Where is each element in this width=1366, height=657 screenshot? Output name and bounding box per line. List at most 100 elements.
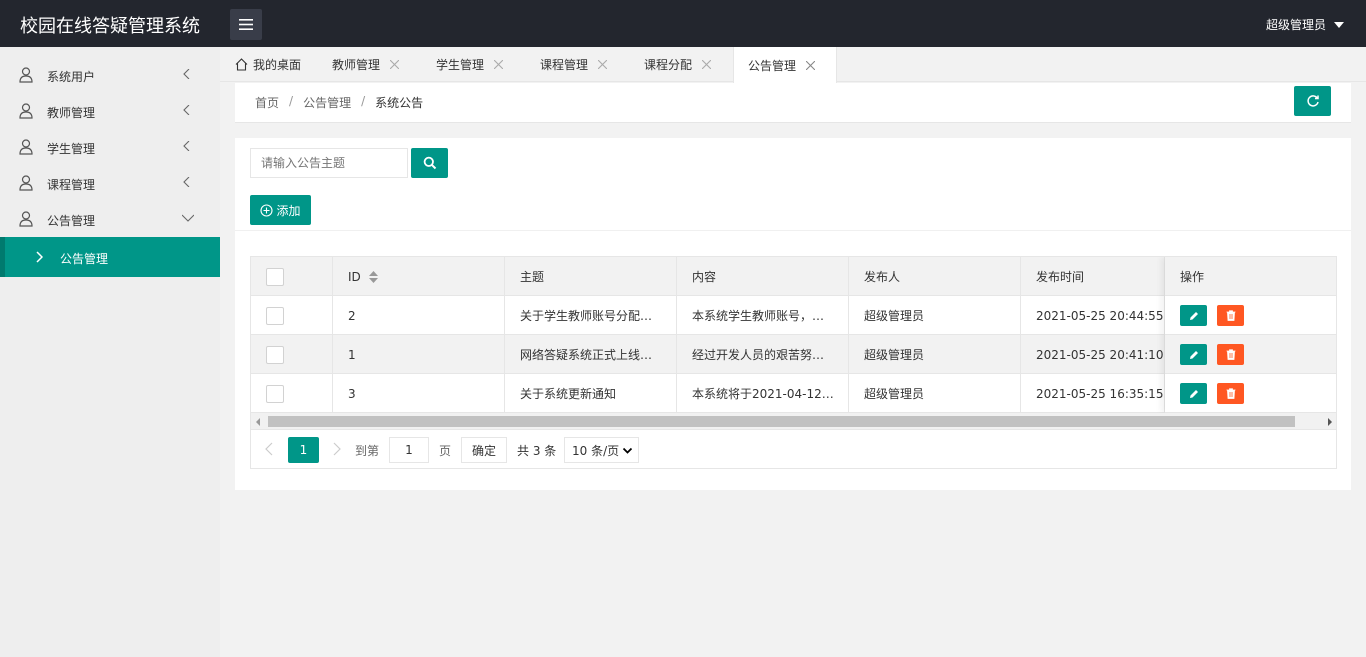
sidebar-item-courses[interactable]: 课程管理 bbox=[0, 165, 220, 201]
search-button[interactable] bbox=[411, 148, 448, 178]
breadcrumb: 首页 / 公告管理 / 系统公告 bbox=[255, 94, 423, 111]
scrollbar-thumb[interactable] bbox=[268, 416, 1295, 427]
cell-content: 本系统学生教师账号，… bbox=[677, 296, 849, 335]
edit-button[interactable] bbox=[1180, 383, 1207, 404]
home-icon bbox=[235, 58, 248, 71]
cell-publisher: 超级管理员 bbox=[849, 374, 1021, 413]
edit-button[interactable] bbox=[1180, 305, 1207, 326]
tab-courses[interactable]: 课程管理 bbox=[540, 47, 608, 82]
delete-button[interactable] bbox=[1217, 305, 1244, 326]
page-label: 页 bbox=[439, 444, 452, 458]
header-actions: 操作 bbox=[1180, 270, 1205, 284]
sidebar-subitem-notice-management[interactable]: 公告管理 bbox=[0, 237, 220, 277]
chevron-left-icon bbox=[183, 105, 190, 115]
chevron-left-icon bbox=[183, 69, 190, 79]
sort-icon[interactable] bbox=[368, 270, 378, 283]
sidebar-item-label: 教师管理 bbox=[47, 106, 96, 120]
menu-toggle-button[interactable] bbox=[230, 9, 262, 40]
horizontal-scrollbar[interactable] bbox=[251, 413, 1336, 430]
delete-button[interactable] bbox=[1217, 383, 1244, 404]
cell-time: 2021-05-25 16:35:15 bbox=[1021, 374, 1165, 413]
refresh-button[interactable] bbox=[1294, 86, 1331, 116]
sidebar-item-label: 课程管理 bbox=[47, 178, 96, 192]
edit-button[interactable] bbox=[1180, 344, 1207, 365]
page-size-select[interactable]: 10 条/页 bbox=[564, 437, 639, 463]
breadcrumb-section[interactable]: 公告管理 bbox=[303, 94, 351, 111]
user-icon bbox=[19, 175, 33, 191]
breadcrumb-bar: 首页 / 公告管理 / 系统公告 bbox=[235, 83, 1351, 123]
breadcrumb-home[interactable]: 首页 bbox=[255, 94, 279, 111]
chevron-down-icon bbox=[623, 447, 632, 454]
sidebar-item-system-users[interactable]: 系统用户 bbox=[0, 57, 220, 93]
row-checkbox[interactable] bbox=[266, 306, 284, 325]
close-icon[interactable] bbox=[702, 60, 712, 69]
tab-course-assign[interactable]: 课程分配 bbox=[644, 47, 712, 82]
close-icon[interactable] bbox=[494, 60, 504, 69]
delete-button[interactable] bbox=[1217, 344, 1244, 365]
active-indicator bbox=[0, 237, 5, 277]
sidebar-item-label: 公告管理 bbox=[47, 214, 96, 228]
header-checkbox-cell bbox=[251, 257, 333, 296]
table-header: ID 主题 内容 发布人 发布时间 操作 bbox=[251, 257, 1336, 296]
scroll-left-icon[interactable] bbox=[256, 418, 260, 426]
chevron-left-icon bbox=[183, 177, 190, 187]
current-page-button[interactable]: 1 bbox=[288, 437, 319, 463]
cell-time: 2021-05-25 20:44:55 bbox=[1021, 296, 1165, 335]
table-row: 3 关于系统更新通知 本系统将于2021-04-12… 超级管理员 2021-0… bbox=[251, 374, 1336, 413]
table-row: 1 网络答疑系统正式上线… 经过开发人员的艰苦努… 超级管理员 2021-05-… bbox=[251, 335, 1336, 374]
header-id[interactable]: ID bbox=[333, 257, 505, 296]
close-icon[interactable] bbox=[806, 60, 816, 70]
row-checkbox[interactable] bbox=[266, 345, 284, 364]
add-circle-icon bbox=[260, 203, 274, 217]
confirm-jump-button[interactable]: 确定 bbox=[461, 437, 507, 463]
user-menu[interactable]: 超级管理员 bbox=[1266, 16, 1344, 33]
sidebar-item-label: 系统用户 bbox=[47, 70, 96, 84]
pagination: 1 到第 页 确定 共 3 条 10 条/页 bbox=[251, 431, 1336, 468]
pencil-icon bbox=[1189, 350, 1198, 359]
scroll-right-icon[interactable] bbox=[1328, 418, 1332, 426]
sidebar-item-label: 学生管理 bbox=[47, 142, 96, 156]
cell-content: 本系统将于2021-04-12… bbox=[677, 374, 849, 413]
tab-label: 课程管理 bbox=[540, 58, 589, 72]
select-all-checkbox[interactable] bbox=[266, 267, 284, 286]
breadcrumb-current: 系统公告 bbox=[375, 96, 424, 110]
add-button[interactable]: 添加 bbox=[250, 195, 311, 225]
header-content: 内容 bbox=[677, 257, 849, 296]
search-input[interactable] bbox=[250, 148, 408, 178]
sidebar-item-teachers[interactable]: 教师管理 bbox=[0, 93, 220, 129]
next-page-icon[interactable] bbox=[333, 442, 341, 456]
tab-desktop[interactable]: 我的桌面 bbox=[235, 47, 301, 82]
header-label: ID bbox=[348, 269, 361, 284]
app-title: 校园在线答疑管理系统 bbox=[20, 16, 200, 37]
cell-actions bbox=[1165, 335, 1336, 374]
close-icon[interactable] bbox=[390, 60, 400, 69]
tab-notices[interactable]: 公告管理 bbox=[733, 47, 837, 83]
sidebar-item-students[interactable]: 学生管理 bbox=[0, 129, 220, 165]
cell-title: 关于系统更新通知 bbox=[505, 374, 677, 413]
tab-students[interactable]: 学生管理 bbox=[436, 47, 504, 82]
user-icon bbox=[19, 67, 33, 83]
tab-label: 公告管理 bbox=[748, 58, 797, 73]
tab-label: 课程分配 bbox=[644, 58, 693, 72]
content-card: 添加 ID 主题 内容 发布人 发布时间 操作 2 关于学生教师账号分配… 本系… bbox=[235, 138, 1351, 490]
tab-bar: 我的桌面 教师管理 学生管理 课程管理 课程分配 公告管理 bbox=[220, 47, 1366, 83]
header-title: 主题 bbox=[505, 257, 677, 296]
sidebar: 系统用户 教师管理 学生管理 课程管理 公告管理 公告管理 bbox=[0, 47, 220, 657]
close-icon[interactable] bbox=[598, 60, 608, 69]
tab-teachers[interactable]: 教师管理 bbox=[332, 47, 400, 82]
page-size-value: 10 条/页 bbox=[572, 443, 620, 458]
notice-table: ID 主题 内容 发布人 发布时间 操作 2 关于学生教师账号分配… 本系统学生… bbox=[250, 256, 1337, 469]
header-time: 发布时间 bbox=[1021, 257, 1165, 296]
user-name: 超级管理员 bbox=[1265, 18, 1326, 32]
trash-icon bbox=[1226, 310, 1235, 321]
prev-page-icon[interactable] bbox=[265, 442, 273, 456]
sidebar-subitem-label: 公告管理 bbox=[60, 252, 109, 266]
row-checkbox[interactable] bbox=[266, 384, 284, 403]
tab-label: 教师管理 bbox=[332, 58, 381, 72]
cell-content: 经过开发人员的艰苦努… bbox=[677, 335, 849, 374]
sidebar-item-notices[interactable]: 公告管理 bbox=[0, 201, 220, 237]
page-jump-input[interactable] bbox=[389, 437, 429, 463]
cell-actions bbox=[1165, 296, 1336, 335]
breadcrumb-separator: / bbox=[289, 94, 294, 108]
cell-time: 2021-05-25 20:41:10 bbox=[1021, 335, 1165, 374]
